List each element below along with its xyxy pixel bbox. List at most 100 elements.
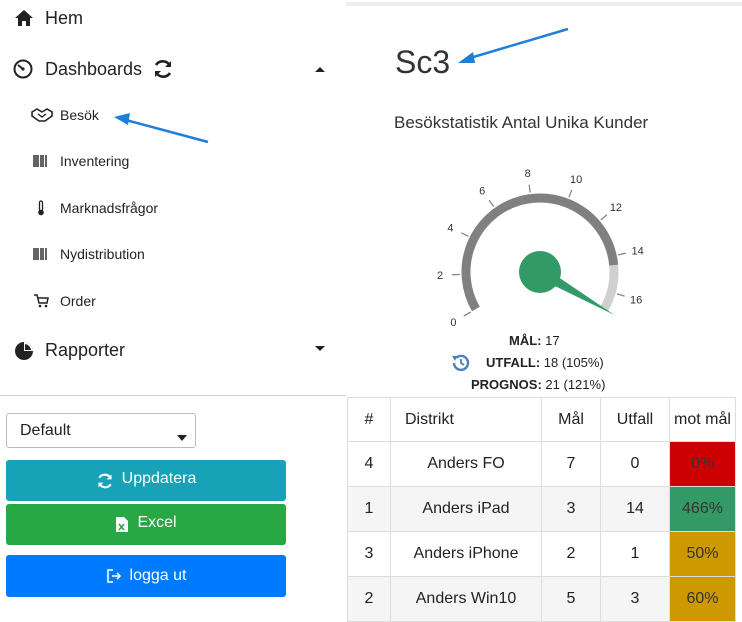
gauge-tick-label: 12 [610, 202, 622, 214]
update-button[interactable]: Uppdatera [6, 460, 286, 501]
cell-utfall: 1 [601, 532, 670, 577]
annotation-arrow-title [440, 16, 590, 76]
table-row[interactable]: 2 Anders Win10 5 3 60% [348, 577, 736, 622]
gauge-tick-label: 10 [570, 174, 582, 186]
cell-distrikt: Anders iPad [391, 487, 542, 532]
sidebar-subitem-nydistribution[interactable]: Nydistribution [33, 246, 145, 262]
cell-num: 3 [348, 532, 391, 577]
sidebar-subitem-label: Besök [60, 107, 99, 123]
cell-mot-mal: 0% [670, 442, 736, 487]
gauge-tick-label: 8 [525, 168, 531, 180]
cell-utfall: 0 [601, 442, 670, 487]
gauge-tick [617, 294, 625, 296]
cell-distrikt: Anders FO [391, 442, 542, 487]
cell-num: 1 [348, 487, 391, 532]
cell-mot-mal: 60% [670, 577, 736, 622]
gauge-tick [461, 233, 468, 237]
stat-value: 18 (105%) [544, 355, 604, 370]
table-row[interactable]: 4 Anders FO 7 0 0% [348, 442, 736, 487]
sidebar-item-label: Hem [45, 8, 83, 29]
chevron-down-icon[interactable] [314, 340, 326, 358]
cell-utfall: 14 [601, 487, 670, 532]
sidebar-subitem-inventering[interactable]: Inventering [33, 153, 129, 169]
gauge-tick-label: 4 [447, 222, 453, 234]
gauge-tick-label: 14 [632, 246, 644, 258]
gauge-band-end [604, 265, 614, 309]
chevron-up-icon[interactable] [314, 60, 326, 78]
gauge-tick-label: 6 [479, 185, 485, 197]
chevron-down-icon [177, 428, 187, 446]
update-button-label: Uppdatera [122, 470, 197, 488]
cell-utfall: 3 [601, 577, 670, 622]
sidebar-subitem-besok[interactable]: Besök [31, 107, 99, 123]
gauge-tick [489, 200, 494, 207]
cell-distrikt: Anders iPhone [391, 532, 542, 577]
cell-mal: 5 [542, 577, 601, 622]
gauge-stat-utfall: UTFALL: 18 (105%) [486, 355, 604, 370]
cell-mot-mal: 466% [670, 487, 736, 532]
cell-distrikt: Anders Win10 [391, 577, 542, 622]
cell-mal: 3 [542, 487, 601, 532]
stat-label: MÅL: [509, 333, 542, 348]
col-header-mot-mal[interactable]: mot mål [670, 398, 736, 442]
gauge-tick-label: 0 [450, 317, 456, 329]
table-row[interactable]: 1 Anders iPad 3 14 466% [348, 487, 736, 532]
gauge-chart: 0 2 4 6 8 10 12 14 16 [410, 145, 670, 335]
gauge-hub [519, 251, 561, 293]
stat-label: PROGNOS: [471, 377, 542, 392]
logout-button-label: logga ut [130, 567, 187, 585]
profile-select[interactable]: Default [6, 413, 196, 448]
table-row[interactable]: 3 Anders iPhone 2 1 50% [348, 532, 736, 577]
cell-mal: 2 [542, 532, 601, 577]
sidebar-item-label: Dashboards [45, 59, 142, 80]
excel-button[interactable]: Excel [6, 504, 286, 545]
gauge-tick [601, 215, 607, 220]
annotation-arrow-besok [106, 108, 226, 153]
gauge-tick [618, 253, 626, 255]
district-table: # Distrikt Mål Utfall mot mål 4 Anders F… [347, 397, 736, 622]
table-header-row: # Distrikt Mål Utfall mot mål [348, 398, 736, 442]
history-icon[interactable] [450, 352, 472, 379]
cell-mal: 7 [542, 442, 601, 487]
gauge-tick [529, 185, 530, 193]
gauge-tick-label: 2 [437, 270, 443, 282]
dashboard-icon [12, 59, 36, 79]
cell-num: 4 [348, 442, 391, 487]
logout-button[interactable]: logga ut [6, 555, 286, 597]
stat-label: UTFALL: [486, 355, 540, 370]
select-value: Default [20, 422, 71, 440]
cart-icon [33, 294, 49, 308]
sidebar-item-rapporter[interactable]: Rapporter [14, 340, 125, 361]
sidebar-subitem-order[interactable]: Order [33, 293, 96, 309]
cell-mot-mal: 50% [670, 532, 736, 577]
sidebar-item-hem[interactable]: Hem [14, 8, 83, 29]
thermometer-icon [36, 200, 46, 216]
stat-value: 17 [545, 333, 559, 348]
refresh-icon [96, 472, 114, 490]
sidebar-subitem-marknadsfragor[interactable]: Marknadsfrågor [36, 200, 158, 216]
gauge-tick [569, 190, 572, 197]
home-icon [14, 9, 36, 29]
sidebar-subitem-label: Nydistribution [60, 246, 145, 262]
pie-chart-icon [14, 341, 36, 361]
gauge-tick-label: 16 [630, 294, 642, 306]
handshake-icon [31, 107, 53, 123]
barcode-icon [33, 154, 47, 168]
col-header-num[interactable]: # [348, 398, 391, 442]
col-header-mal[interactable]: Mål [542, 398, 601, 442]
top-divider [346, 2, 742, 6]
sidebar-item-dashboards[interactable]: Dashboards [12, 58, 174, 80]
gauge-tick [464, 312, 471, 316]
sidebar-item-label: Rapporter [45, 340, 125, 361]
refresh-icon[interactable] [152, 58, 174, 80]
gauge-stat-prognos: PROGNOS: 21 (121%) [471, 377, 605, 392]
excel-button-label: Excel [137, 514, 176, 532]
sidebar-subitem-label: Inventering [60, 153, 129, 169]
col-header-utfall[interactable]: Utfall [601, 398, 670, 442]
sidebar-divider [0, 395, 346, 396]
sidebar-subitem-label: Marknadsfrågor [60, 200, 158, 216]
cell-num: 2 [348, 577, 391, 622]
sidebar-subitem-label: Order [60, 293, 96, 309]
gauge-title: Besökstatistik Antal Unika Kunder [394, 113, 648, 133]
col-header-distrikt[interactable]: Distrikt [391, 398, 542, 442]
